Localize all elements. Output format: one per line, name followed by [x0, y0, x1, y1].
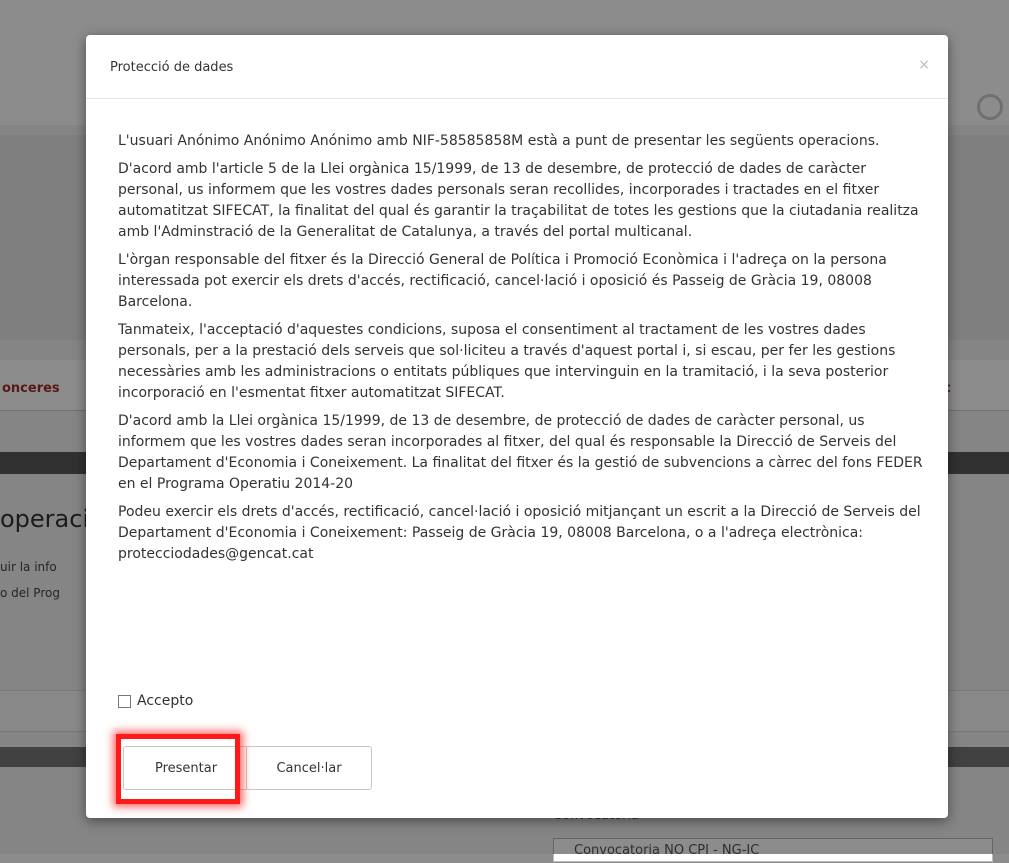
close-icon[interactable]: × [918, 57, 930, 73]
paragraph-feder: D'acord amb la Llei orgànica 15/1999, de… [118, 413, 923, 492]
cancel-button[interactable]: Cancel·lar [246, 746, 372, 790]
modal-title: Protecció de dades [110, 60, 234, 75]
accept-label: Accepto [137, 693, 194, 709]
data-protection-modal: Protecció de dades × L'usuari Anónimo An… [86, 35, 948, 818]
present-button-highlight [116, 734, 240, 804]
paragraph-responsible-body: L'òrgan responsable del fitxer és la Dir… [118, 252, 887, 310]
accept-checkbox[interactable] [118, 694, 131, 708]
paragraph-consent: Tanmateix, l'acceptació d'aquestes condi… [118, 322, 896, 401]
paragraph-rights: Podeu exercir els drets d'accés, rectifi… [118, 504, 921, 562]
modal-header: Protecció de dades × [86, 35, 948, 99]
paragraph-lopd-article: D'acord amb l'article 5 de la Llei orgàn… [118, 161, 919, 240]
accept-checkbox-row[interactable]: Accepto [118, 693, 193, 709]
paragraph-intro: L'usuari Anónimo Anónimo Anónimo amb NIF… [118, 133, 880, 149]
modal-body: L'usuari Anónimo Anónimo Anónimo amb NIF… [118, 131, 926, 572]
